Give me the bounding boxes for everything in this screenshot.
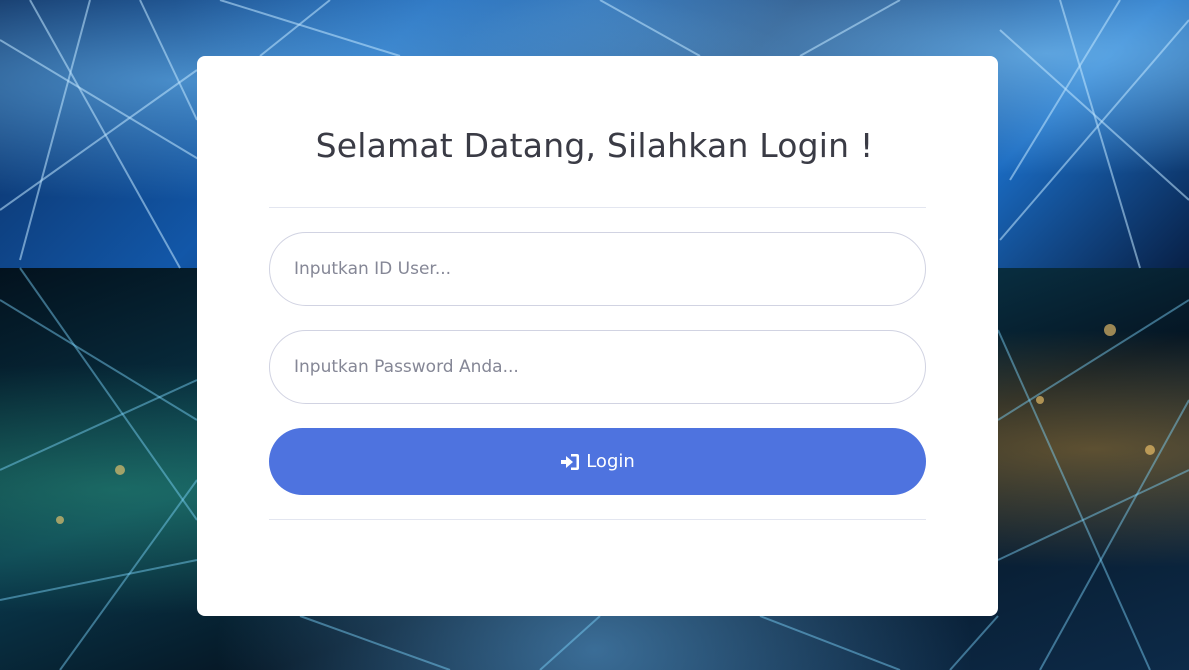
sign-in-icon: [561, 453, 580, 470]
user-id-input[interactable]: [269, 232, 926, 306]
login-button-label: Login: [586, 451, 635, 472]
password-input[interactable]: [269, 330, 926, 404]
login-button[interactable]: Login: [269, 428, 926, 495]
divider-bottom: [269, 519, 926, 520]
divider-top: [269, 207, 926, 208]
page-title: Selamat Datang, Silahkan Login !: [315, 126, 874, 165]
